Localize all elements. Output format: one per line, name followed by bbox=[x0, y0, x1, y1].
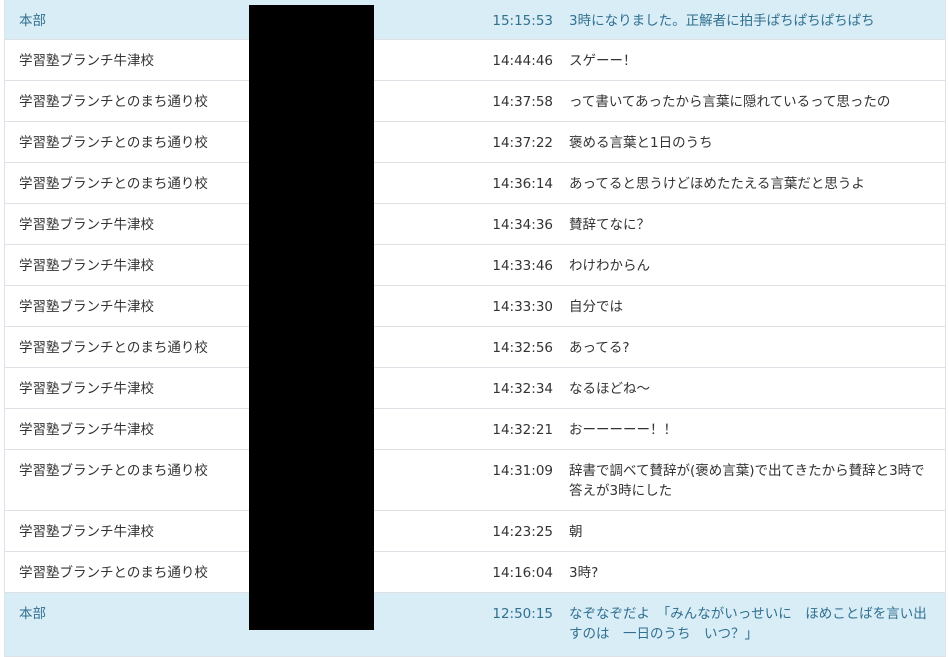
message-sender: 学習塾ブランチ牛津校 bbox=[19, 258, 154, 274]
message-time: 14:32:21 bbox=[492, 422, 553, 438]
message-time: 14:16:04 bbox=[492, 565, 553, 581]
message-sender: 学習塾ブランチ牛津校 bbox=[19, 53, 154, 69]
message-text: 3時? bbox=[569, 565, 599, 581]
message-time: 15:15:53 bbox=[492, 13, 553, 29]
message-time: 14:33:30 bbox=[492, 299, 553, 315]
message-sender: 学習塾ブランチとのまち通り校 bbox=[19, 135, 208, 151]
message-row: 学習塾ブランチとのまち通り校 14:37:22 褒める言葉と1日のうち bbox=[5, 122, 945, 163]
message-text: 自分では bbox=[569, 299, 623, 315]
message-row: 学習塾ブランチとのまち通り校 14:31:09 辞書で調べて賛辞が(褒め言葉)で… bbox=[5, 450, 945, 511]
message-sender: 学習塾ブランチ牛津校 bbox=[19, 299, 154, 315]
message-text: なぞなぞだよ 「みんながいっせいに ほめことばを言い出すのは 一日のうち いつ？… bbox=[569, 606, 927, 642]
message-sender: 学習塾ブランチ牛津校 bbox=[19, 524, 154, 540]
message-time: 14:37:22 bbox=[492, 135, 553, 151]
message-time: 14:33:46 bbox=[492, 258, 553, 274]
message-time: 14:32:34 bbox=[492, 381, 553, 397]
message-time: 14:23:25 bbox=[492, 524, 553, 540]
message-row: 学習塾ブランチ牛津校 14:32:21 おーーーーー！！ bbox=[5, 409, 945, 450]
message-sender: 学習塾ブランチ牛津校 bbox=[19, 381, 154, 397]
message-text: スゲーー！ bbox=[569, 53, 637, 69]
message-sender: 本部 bbox=[19, 13, 46, 29]
message-row: 学習塾ブランチとのまち通り校 14:16:04 3時? bbox=[5, 552, 945, 593]
message-row: 学習塾ブランチ牛津校 14:33:46 わけわからん bbox=[5, 245, 945, 286]
message-text: おーーーーー！！ bbox=[569, 422, 677, 438]
redaction-block bbox=[249, 5, 374, 630]
message-sender: 本部 bbox=[19, 606, 46, 622]
message-row: 本部 12:50:15 なぞなぞだよ 「みんながいっせいに ほめことばを言い出す… bbox=[5, 593, 945, 657]
message-row: 学習塾ブランチとのまち通り校 14:37:58 って書いてあったから言葉に隠れて… bbox=[5, 81, 945, 122]
message-row: 学習塾ブランチ牛津校 14:33:30 自分では bbox=[5, 286, 945, 327]
message-time: 14:44:46 bbox=[492, 53, 553, 69]
message-row: 本部 15:15:53 3時になりました。正解者に拍手ぱちぱちぱちぱち bbox=[5, 0, 945, 40]
chat-log: 本部 15:15:53 3時になりました。正解者に拍手ぱちぱちぱちぱち 学習塾ブ… bbox=[4, 0, 946, 657]
message-row: 学習塾ブランチとのまち通り校 14:36:14 あってると思うけどほめたたえる言… bbox=[5, 163, 945, 204]
message-row: 学習塾ブランチ牛津校 14:44:46 スゲーー！ bbox=[5, 40, 945, 81]
message-text: 3時になりました。正解者に拍手ぱちぱちぱちぱち bbox=[569, 13, 875, 29]
message-time: 14:36:14 bbox=[492, 176, 553, 192]
message-time: 14:31:09 bbox=[492, 463, 553, 479]
message-sender: 学習塾ブランチとのまち通り校 bbox=[19, 340, 208, 356]
message-row: 学習塾ブランチ牛津校 14:34:36 賛辞てなに？ bbox=[5, 204, 945, 245]
message-sender: 学習塾ブランチ牛津校 bbox=[19, 217, 154, 233]
message-text: なるほどね～ bbox=[569, 381, 650, 397]
message-text: あってる? bbox=[569, 340, 630, 356]
message-text: 褒める言葉と1日のうち bbox=[569, 135, 713, 151]
message-text: あってると思うけどほめたたえる言葉だと思うよ bbox=[569, 176, 865, 192]
message-text: 賛辞てなに？ bbox=[569, 217, 650, 233]
message-sender: 学習塾ブランチ牛津校 bbox=[19, 422, 154, 438]
message-text: 朝 bbox=[569, 524, 583, 540]
message-time: 14:32:56 bbox=[492, 340, 553, 356]
message-sender: 学習塾ブランチとのまち通り校 bbox=[19, 565, 208, 581]
message-time: 14:34:36 bbox=[492, 217, 553, 233]
message-time: 12:50:15 bbox=[492, 606, 553, 622]
message-sender: 学習塾ブランチとのまち通り校 bbox=[19, 463, 208, 479]
message-sender: 学習塾ブランチとのまち通り校 bbox=[19, 176, 208, 192]
message-text: 辞書で調べて賛辞が(褒め言葉)で出てきたから賛辞と3時で答えが3時にした bbox=[569, 463, 925, 499]
message-text: わけわからん bbox=[569, 258, 650, 274]
message-row: 学習塾ブランチ牛津校 14:32:34 なるほどね～ bbox=[5, 368, 945, 409]
message-time: 14:37:58 bbox=[492, 94, 553, 110]
message-row: 学習塾ブランチとのまち通り校 14:32:56 あってる? bbox=[5, 327, 945, 368]
message-text: って書いてあったから言葉に隠れているって思ったの bbox=[569, 94, 891, 110]
message-row: 学習塾ブランチ牛津校 14:23:25 朝 bbox=[5, 511, 945, 552]
message-sender: 学習塾ブランチとのまち通り校 bbox=[19, 94, 208, 110]
